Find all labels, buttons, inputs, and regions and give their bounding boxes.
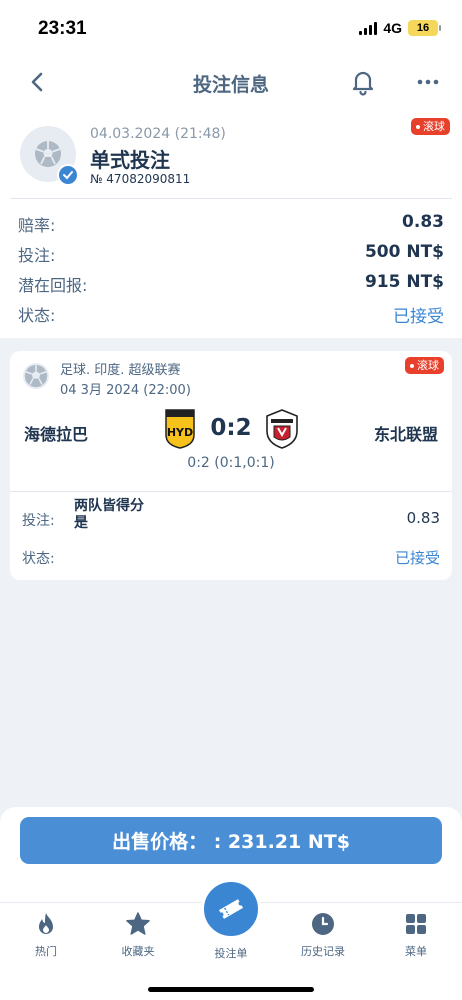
score-detail: 0:2 (0:1,0:1) bbox=[187, 455, 275, 471]
league-name: 足球. 印度. 超级联赛 bbox=[60, 363, 181, 378]
odds-label: 赔率: bbox=[18, 216, 56, 235]
status-row: 状态: 已接受 bbox=[18, 302, 444, 332]
bet-selection: 是 bbox=[74, 515, 88, 531]
tab-betslip-label: 投注单 bbox=[214, 947, 248, 960]
checkmark-icon bbox=[57, 164, 79, 186]
bell-icon[interactable] bbox=[350, 68, 376, 96]
tab-history-label: 历史记录 bbox=[301, 945, 345, 958]
potential-return-row: 潜在回报: 915 NT$ bbox=[18, 272, 444, 302]
stake-row: 投注: 500 NT$ bbox=[18, 242, 444, 272]
match-score: 0:2 bbox=[210, 415, 252, 441]
match-date: 04 3月 2024 (22:00) bbox=[60, 383, 191, 398]
tab-history[interactable]: 历史记录 bbox=[283, 911, 363, 959]
tab-favorites-label: 收藏夹 bbox=[121, 945, 155, 958]
status-time: 23:31 bbox=[38, 18, 87, 39]
bet-odds: 0.83 bbox=[406, 509, 440, 527]
tab-betslip[interactable] bbox=[201, 879, 261, 939]
grid-icon bbox=[406, 914, 426, 934]
tab-bar: 热门 收藏夹 投注单 历史记录 菜单 bbox=[0, 879, 462, 1000]
status-indicators: 4G 16 bbox=[359, 20, 441, 36]
bet-label: 投注: bbox=[22, 513, 55, 529]
match-status-value: 已接受 bbox=[394, 549, 440, 567]
divider bbox=[10, 198, 452, 199]
divider bbox=[10, 491, 452, 492]
clock-icon bbox=[312, 913, 334, 935]
tab-popular-label: 热门 bbox=[35, 945, 57, 958]
odds-row: 赔率: 0.83 bbox=[18, 212, 444, 242]
status-label: 状态: bbox=[18, 306, 56, 325]
soccer-ball-icon bbox=[23, 363, 49, 389]
tab-menu-label: 菜单 bbox=[405, 945, 427, 958]
bet-type: 单式投注 bbox=[90, 148, 170, 172]
bet-market-name: 两队皆得分 bbox=[74, 498, 144, 514]
star-icon bbox=[126, 912, 150, 935]
signal-icon bbox=[359, 21, 378, 35]
tab-popular[interactable]: 热门 bbox=[6, 911, 86, 959]
hyderabad-logo-text: HYD bbox=[167, 426, 193, 439]
potential-return-value: 915 NT$ bbox=[364, 272, 444, 292]
bet-summary: 04.03.2024 (21:48) 单式投注 № 47082090811 滚球… bbox=[0, 110, 462, 338]
battery-icon: 16 bbox=[408, 20, 441, 36]
home-indicator bbox=[148, 987, 314, 992]
network-type: 4G bbox=[383, 20, 402, 36]
tab-menu[interactable]: 菜单 bbox=[376, 911, 456, 959]
page-title: 投注信息 bbox=[192, 74, 269, 96]
cashout-button[interactable]: 出售价格： : 231.21 NT$ bbox=[20, 817, 442, 864]
hyderabad-logo-icon: HYD bbox=[165, 409, 195, 449]
status-bar: 23:31 4G 16 bbox=[0, 0, 462, 56]
bet-market: 两队皆得分 是 bbox=[74, 498, 144, 532]
fire-icon bbox=[39, 913, 53, 934]
tab-favorites[interactable]: 收藏夹 bbox=[98, 911, 178, 959]
stake-label: 投注: bbox=[18, 246, 56, 265]
stake-value: 500 NT$ bbox=[364, 242, 444, 262]
live-badge: 滚球 bbox=[411, 118, 450, 135]
live-badge: 滚球 bbox=[405, 357, 444, 374]
live-dot-icon bbox=[416, 125, 420, 129]
bet-datetime: 04.03.2024 (21:48) bbox=[90, 126, 226, 142]
bet-id: № 47082090811 bbox=[90, 172, 191, 186]
odds-value: 0.83 bbox=[402, 212, 444, 232]
live-dot-icon bbox=[410, 364, 414, 368]
nav-bar: 投注信息 bbox=[0, 56, 462, 110]
live-badge-label: 滚球 bbox=[417, 359, 439, 372]
status-value: 已接受 bbox=[393, 307, 444, 327]
live-badge-label: 滚球 bbox=[423, 120, 445, 133]
away-team-name: 东北联盟 bbox=[373, 425, 438, 444]
potential-return-label: 潜在回报: bbox=[18, 276, 88, 295]
match-status-label: 状态: bbox=[22, 551, 55, 567]
home-team-name: 海德拉巴 bbox=[24, 425, 89, 444]
more-dots-icon[interactable] bbox=[416, 70, 440, 94]
ticket-icon bbox=[218, 899, 244, 919]
northeast-united-logo-icon bbox=[266, 409, 298, 449]
match-card[interactable]: 足球. 印度. 超级联赛 04 3月 2024 (22:00) 滚球 海德拉巴 … bbox=[10, 351, 452, 580]
